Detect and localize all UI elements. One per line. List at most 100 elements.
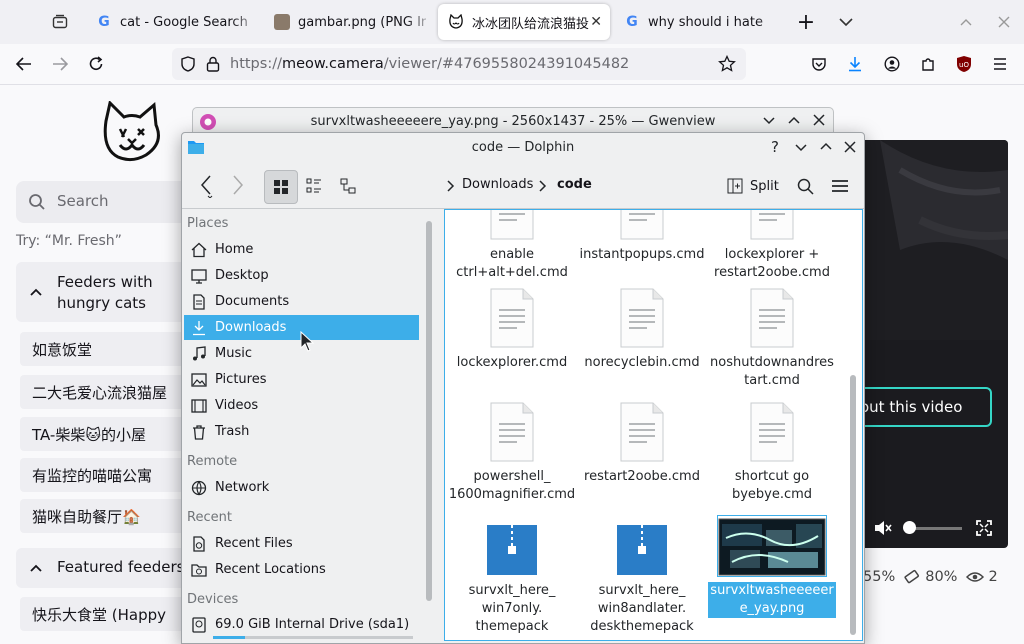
- compact-view-icon[interactable]: [298, 170, 330, 202]
- list-all-tabs-icon[interactable]: [832, 8, 860, 36]
- dolphin-titlebar[interactable]: code — Dolphin ?: [182, 133, 864, 163]
- file-item[interactable]: survxltwasheeeeere_yay.png: [708, 515, 836, 618]
- window-close-icon[interactable]: [990, 8, 1018, 36]
- file-name: survxlt_here_ win8andlater. deskthemepac…: [590, 583, 694, 634]
- file-name: survxlt_here_ win7only. themepack: [468, 583, 556, 634]
- places-scrollbar[interactable]: [426, 221, 432, 601]
- url-bar[interactable]: https://meow.camera/viewer/#476955802439…: [172, 48, 746, 80]
- svg-text:uO: uO: [959, 61, 969, 69]
- place-network[interactable]: Network: [184, 475, 419, 500]
- place-internal-drive[interactable]: 69.0 GiB Internal Drive (sda1): [184, 612, 419, 637]
- help-icon[interactable]: ?: [771, 138, 779, 156]
- search-box[interactable]: Search: [16, 181, 206, 223]
- breadcrumb-code[interactable]: code: [557, 177, 592, 192]
- place-videos[interactable]: Videos: [184, 393, 419, 418]
- file-item[interactable]: restart2oobe.cmd: [578, 402, 706, 486]
- close-icon[interactable]: [844, 141, 856, 153]
- icons-view-icon[interactable]: [264, 170, 298, 204]
- file-item[interactable]: shortcut go byebye.cmd: [708, 402, 836, 504]
- place-home[interactable]: Home: [184, 237, 419, 262]
- file-name: survxltwasheeeeere_yay.png: [708, 582, 836, 618]
- file-name: norecyclebin.cmd: [584, 355, 700, 370]
- chevron-down-icon[interactable]: [763, 117, 775, 125]
- volume-slider-handle[interactable]: [903, 521, 916, 534]
- file-item[interactable]: lockexplorer + restart2oobe.cmd: [708, 210, 836, 282]
- new-tab-button[interactable]: +: [792, 8, 820, 36]
- file-item[interactable]: powershell_ 1600magnifier.cmd: [448, 402, 576, 504]
- breadcrumb-downloads[interactable]: Downloads: [462, 177, 533, 192]
- lock-icon[interactable]: [206, 56, 220, 72]
- gwenview-title: survxltwasheeeeere_yay.png - 2560x1437 -…: [310, 114, 716, 129]
- file-item[interactable]: survxlt_here_ win7only. themepack: [448, 516, 576, 636]
- ublock-origin-icon[interactable]: uO: [950, 50, 978, 78]
- tab-meow-camera[interactable]: 冰冰团队给流浪猫投喂 ✕: [438, 4, 610, 40]
- scrollbar-thumb[interactable]: [850, 375, 856, 635]
- pocket-icon[interactable]: [805, 50, 833, 78]
- dolphin-window[interactable]: code — Dolphin ? Downloads code Split Pl…: [181, 132, 865, 644]
- watch-video-button[interactable]: out this video: [860, 387, 992, 427]
- chevron-down-icon[interactable]: [795, 144, 807, 152]
- forward-icon[interactable]: [46, 50, 74, 78]
- hamburger-menu-icon[interactable]: [824, 170, 856, 202]
- shield-icon[interactable]: [180, 56, 196, 72]
- menu-icon[interactable]: [986, 50, 1014, 78]
- drive-usage-fill: [213, 636, 245, 639]
- tab-google-search[interactable]: G cat - Google Search: [86, 4, 262, 40]
- place-documents[interactable]: Documents: [184, 289, 419, 314]
- place-pictures[interactable]: Pictures: [184, 367, 419, 392]
- place-recent-locations[interactable]: Recent Locations: [184, 557, 419, 582]
- chevron-up-icon[interactable]: [820, 142, 832, 150]
- place-desktop[interactable]: Desktop: [184, 263, 419, 288]
- file-name: restart2oobe.cmd: [584, 469, 700, 484]
- chevron-up-icon[interactable]: [30, 564, 42, 572]
- file-view[interactable]: enable ctrl+alt+del.cmd instantpopups.cmd…: [444, 209, 863, 641]
- split-button[interactable]: Split: [727, 173, 779, 199]
- viewer-count: 2: [988, 569, 998, 585]
- file-name: instantpopups.cmd: [579, 247, 705, 262]
- back-icon[interactable]: [10, 50, 38, 78]
- chevron-up-icon[interactable]: [788, 116, 800, 124]
- url-text[interactable]: https://meow.camera/viewer/#476955802439…: [230, 56, 629, 72]
- mouse-cursor-icon: [300, 331, 314, 353]
- mute-icon[interactable]: [874, 520, 892, 536]
- window-minimize-icon[interactable]: [952, 8, 980, 36]
- tab-why-should-i-hate[interactable]: G why should i hate: [614, 4, 786, 40]
- tab-title: 冰冰团队给流浪猫投喂: [472, 16, 590, 32]
- file-item[interactable]: enable ctrl+alt+del.cmd: [448, 210, 576, 282]
- recent-header: Recent: [187, 510, 232, 525]
- file-item[interactable]: norecyclebin.cmd: [578, 288, 706, 372]
- search-icon[interactable]: [789, 170, 821, 202]
- file-view-scrollbar[interactable]: [849, 210, 857, 640]
- video-player[interactable]: out this video: [860, 140, 1008, 548]
- tab-gambar-png[interactable]: gambar.png (PNG Image: [264, 4, 436, 40]
- section-featured[interactable]: Featured feeders: [16, 548, 206, 588]
- file-item[interactable]: lockexplorer.cmd: [448, 288, 576, 372]
- url-scheme: https://: [230, 56, 282, 72]
- file-name: noshutdownandrestart.cmd: [710, 355, 834, 388]
- chevron-up-icon[interactable]: [30, 288, 42, 296]
- file-item[interactable]: survxlt_here_ win8andlater. deskthemepac…: [578, 516, 706, 636]
- close-icon[interactable]: [813, 114, 825, 126]
- section-title: Featured feeders: [57, 558, 185, 576]
- back-icon[interactable]: [190, 170, 222, 202]
- fullscreen-icon[interactable]: [976, 520, 992, 536]
- account-icon[interactable]: [878, 50, 906, 78]
- place-trash[interactable]: Trash: [184, 419, 419, 444]
- bookmark-star-icon[interactable]: [718, 55, 736, 73]
- file-item[interactable]: noshutdownandrestart.cmd: [708, 288, 836, 390]
- forward-icon[interactable]: [222, 170, 254, 202]
- reload-icon[interactable]: [82, 50, 110, 78]
- downloads-icon[interactable]: [841, 50, 869, 78]
- section-hungry-cats[interactable]: Feeders with hungry cats: [16, 262, 206, 322]
- file-item[interactable]: instantpopups.cmd: [578, 210, 706, 264]
- search-hint: Try: “Mr. Fresh”: [16, 233, 122, 249]
- details-view-icon[interactable]: [332, 170, 364, 202]
- place-recent-files[interactable]: Recent Files: [184, 531, 419, 556]
- text-file-icon: [489, 402, 535, 462]
- meow-camera-logo[interactable]: [98, 101, 166, 167]
- place-label: Recent Files: [215, 536, 293, 551]
- extensions-icon[interactable]: [914, 50, 942, 78]
- close-tab-icon[interactable]: ✕: [590, 14, 602, 30]
- tab-overview-icon[interactable]: [46, 8, 74, 36]
- place-label: Recent Locations: [215, 562, 326, 577]
